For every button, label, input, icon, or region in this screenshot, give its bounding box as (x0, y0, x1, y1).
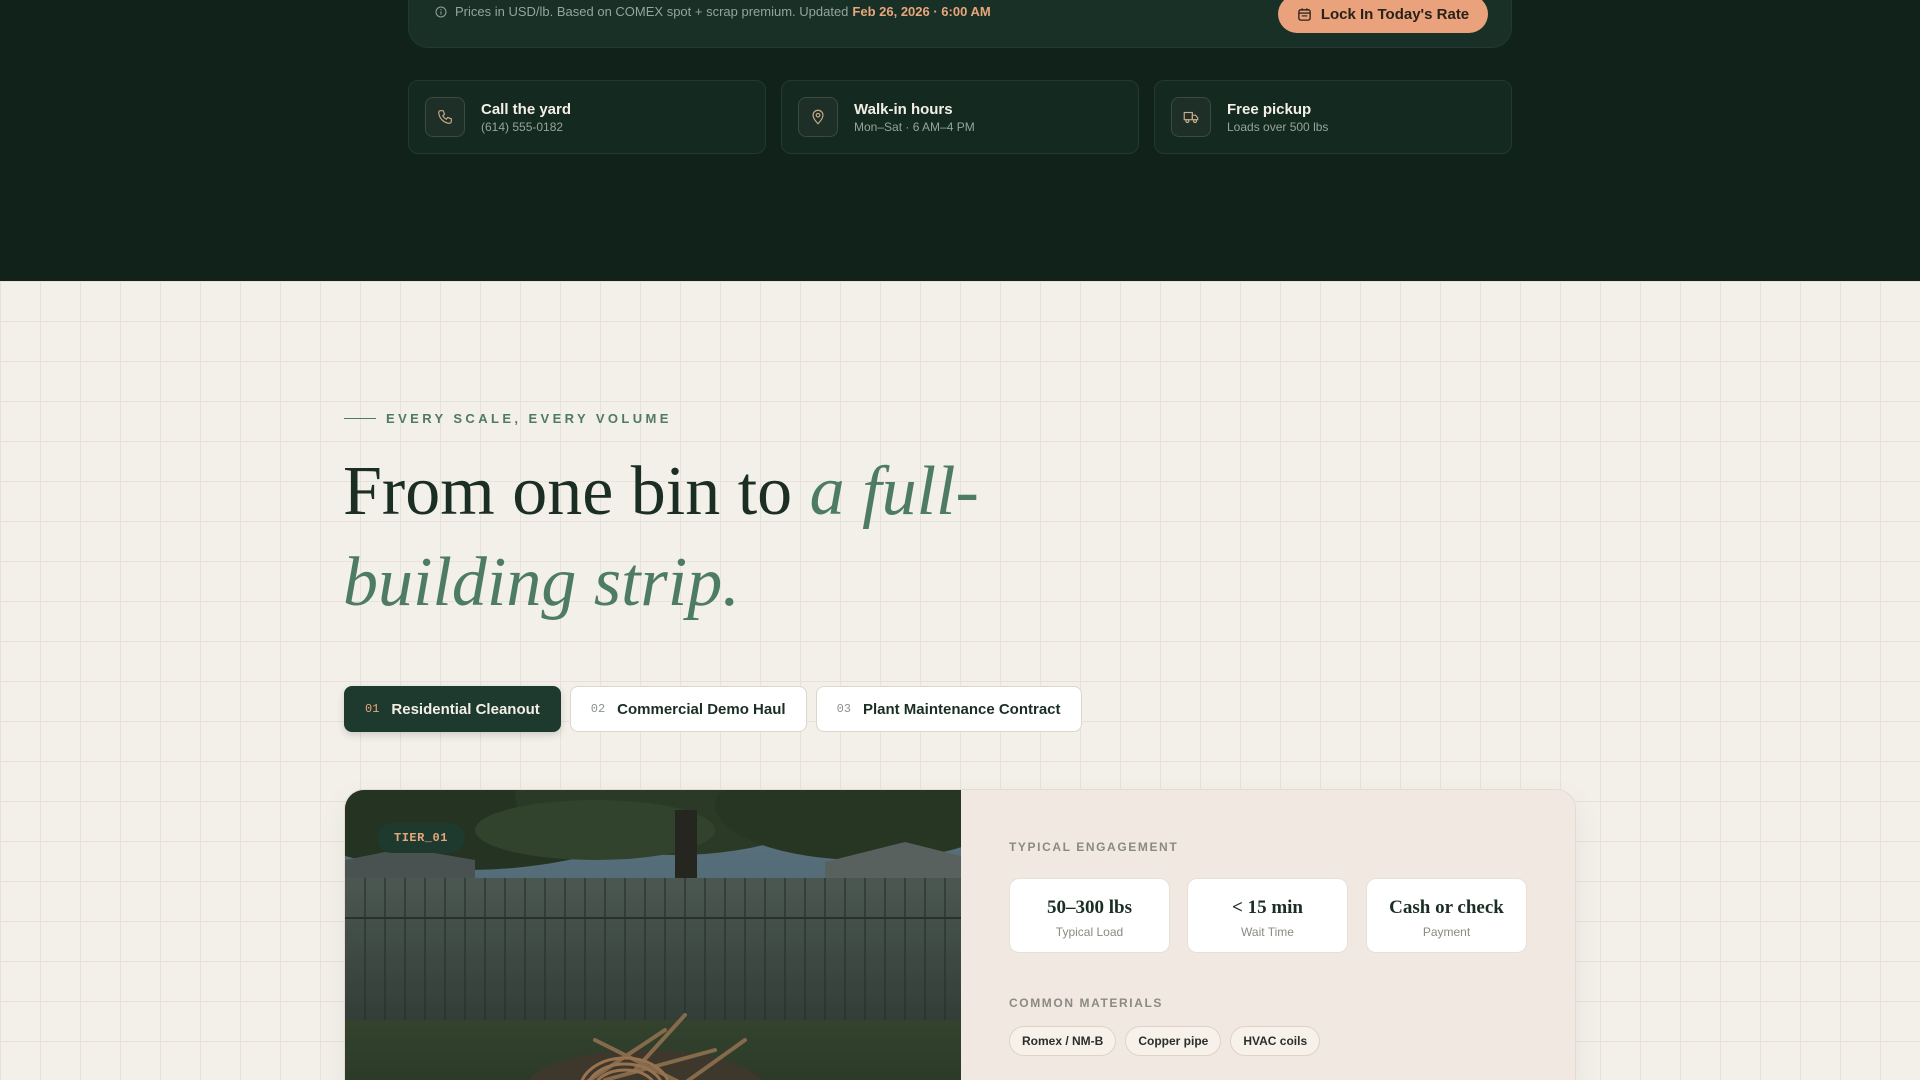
tab-number: 01 (365, 702, 380, 716)
stat-wait-time: < 15 min Wait Time (1187, 878, 1348, 953)
map-pin-icon-box (798, 97, 838, 137)
tab-residential-cleanout[interactable]: 01 Residential Cleanout (344, 686, 561, 732)
tab-commercial-demo-haul[interactable]: 02 Commercial Demo Haul (569, 686, 807, 732)
stat-value: < 15 min (1232, 897, 1303, 918)
section-headline: From one bin to a full-building strip. (343, 446, 1063, 628)
phone-icon (438, 110, 452, 124)
eyebrow-rule (344, 418, 376, 419)
tier-badge: TIER_01 (377, 823, 465, 853)
scrap-yard-photo: TIER_01 (345, 790, 961, 1080)
lock-rate-label: Lock In Today's Rate (1320, 5, 1470, 23)
stat-value: Cash or check (1389, 897, 1504, 918)
tier-details: TYPICAL ENGAGEMENT 50–300 lbs Typical Lo… (1009, 790, 1529, 1080)
info-card-title: Free pickup (1227, 101, 1312, 118)
price-info-panel: Prices in USD/lb. Based on COMEX spot + … (408, 0, 1512, 48)
eyebrow-text: EVERY SCALE, EVERY VOLUME (386, 411, 672, 426)
hero-dark-band: Prices in USD/lb. Based on COMEX spot + … (0, 0, 1920, 281)
truck-icon (1183, 111, 1199, 124)
tab-label: Commercial Demo Haul (617, 700, 786, 718)
tier-tabs: 01 Residential Cleanout 02 Commercial De… (344, 686, 1091, 732)
tab-label: Plant Maintenance Contract (862, 700, 1061, 718)
phone-icon-box (425, 97, 465, 137)
info-card-call[interactable]: Call the yard (614) 555-0182 (408, 80, 766, 154)
info-card-sub: (614) 555-0182 (481, 120, 564, 134)
materials-label: COMMON MATERIALS (1009, 996, 1164, 1010)
tab-plant-maintenance-contract[interactable]: 03 Plant Maintenance Contract (815, 686, 1082, 732)
stat-label: Typical Load (1055, 925, 1124, 939)
info-icon (435, 6, 447, 17)
stat-typical-load: 50–300 lbs Typical Load (1009, 878, 1170, 953)
info-card-title: Walk-in hours (854, 101, 953, 118)
materials-chips: Romex / NM-B Copper pipe HVAC coils (1009, 1026, 1329, 1056)
info-card-sub: Loads over 500 lbs (1227, 120, 1329, 134)
truck-icon-box (1171, 97, 1211, 137)
stat-label: Payment (1422, 925, 1471, 939)
tab-number: 03 (836, 702, 851, 716)
calendar-icon (1298, 7, 1311, 21)
lock-rate-button[interactable]: Lock In Today's Rate (1278, 0, 1488, 33)
stat-label: Wait Time (1241, 925, 1294, 939)
price-note-text: Prices in USD/lb. Based on COMEX spot + … (455, 4, 849, 19)
stat-payment: Cash or check Payment (1366, 878, 1527, 953)
info-card-hours[interactable]: Walk-in hours Mon–Sat · 6 AM–4 PM (781, 80, 1139, 154)
tab-number: 02 (590, 702, 606, 716)
engagement-label: TYPICAL ENGAGEMENT (1009, 840, 1179, 854)
map-pin-icon (812, 109, 824, 125)
price-updated-time: Feb 26, 2026 · 6:00 AM (852, 4, 991, 19)
info-card-pickup[interactable]: Free pickup Loads over 500 lbs (1154, 80, 1512, 154)
price-note: Prices in USD/lb. Based on COMEX spot + … (435, 4, 991, 19)
info-card-sub: Mon–Sat · 6 AM–4 PM (854, 120, 975, 134)
material-chip: Romex / NM-B (1009, 1026, 1117, 1056)
material-chip: Copper pipe (1125, 1026, 1222, 1056)
section-eyebrow: EVERY SCALE, EVERY VOLUME (344, 411, 672, 426)
stat-value: 50–300 lbs (1047, 897, 1132, 918)
info-card-title: Call the yard (481, 101, 572, 118)
tab-label: Residential Cleanout (391, 700, 540, 718)
tier-detail-card: TIER_01 TYPICAL ENGAGEMENT 50–300 lbs Ty… (344, 789, 1576, 1080)
material-chip: HVAC coils (1230, 1026, 1321, 1056)
headline-plain: From one bin to (343, 453, 810, 530)
